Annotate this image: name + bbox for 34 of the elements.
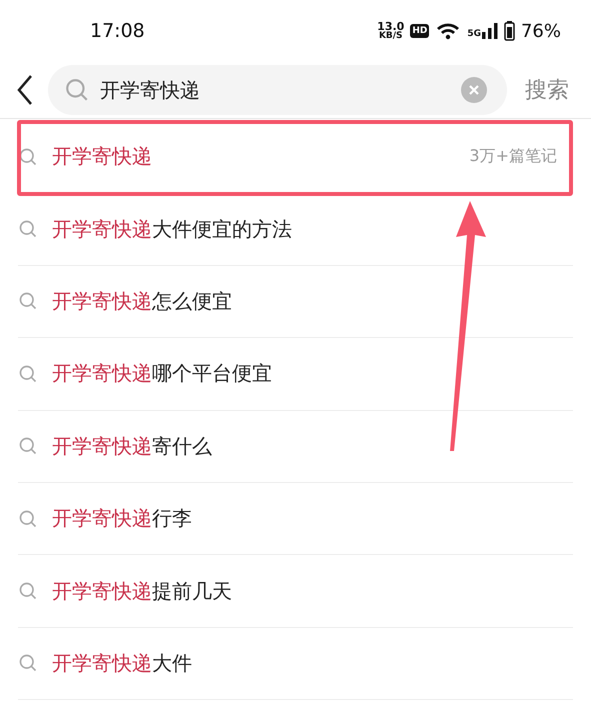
search-field[interactable]: 开学寄快递 <box>48 65 507 115</box>
network-type: 5G <box>467 29 481 39</box>
search-icon <box>18 508 38 529</box>
status-time: 17:08 <box>90 20 145 42</box>
wifi-icon <box>435 21 462 41</box>
search-icon <box>18 581 38 602</box>
network-speed: 13.0 <box>377 22 404 32</box>
suggestion-text: 开学寄快递提前几天 <box>52 578 233 605</box>
battery-percent: 76% <box>520 20 561 42</box>
search-icon <box>64 77 90 103</box>
suggestion-text: 开学寄快递哪个平台便宜 <box>52 360 273 388</box>
search-icon <box>18 219 38 240</box>
search-button[interactable]: 搜索 <box>521 75 573 105</box>
suggestion-text: 开学寄快递寄什么 <box>52 432 213 460</box>
suggestion-text: 开学寄快递大件 <box>52 650 193 677</box>
note-count: 3万+篇笔记 <box>469 146 557 168</box>
hd-badge: HD <box>410 24 430 38</box>
search-icon <box>18 436 38 456</box>
suggestion-item[interactable]: 开学寄快递行李 <box>18 482 573 556</box>
suggestion-text: 开学寄快递行李 <box>52 505 193 532</box>
search-icon <box>18 146 38 167</box>
suggestion-text: 开学寄快递大件便宜的方法 <box>52 216 293 243</box>
back-button[interactable] <box>16 74 34 106</box>
suggestion-item[interactable]: 开学寄快递提前几天 <box>18 555 573 628</box>
battery-icon <box>504 21 515 41</box>
suggestion-item[interactable]: 开学寄快递 3万+篇笔记 <box>18 121 573 194</box>
search-icon <box>18 653 38 674</box>
suggestion-text: 开学寄快递怎么便宜 <box>52 288 233 315</box>
suggestion-item[interactable]: 开学寄快递大件 <box>18 628 573 700</box>
suggestion-text: 开学寄快递 <box>52 143 153 170</box>
speed-unit: KB/S <box>378 32 403 40</box>
search-icon <box>18 364 38 384</box>
search-icon <box>18 291 38 312</box>
signal-icon <box>482 23 498 39</box>
